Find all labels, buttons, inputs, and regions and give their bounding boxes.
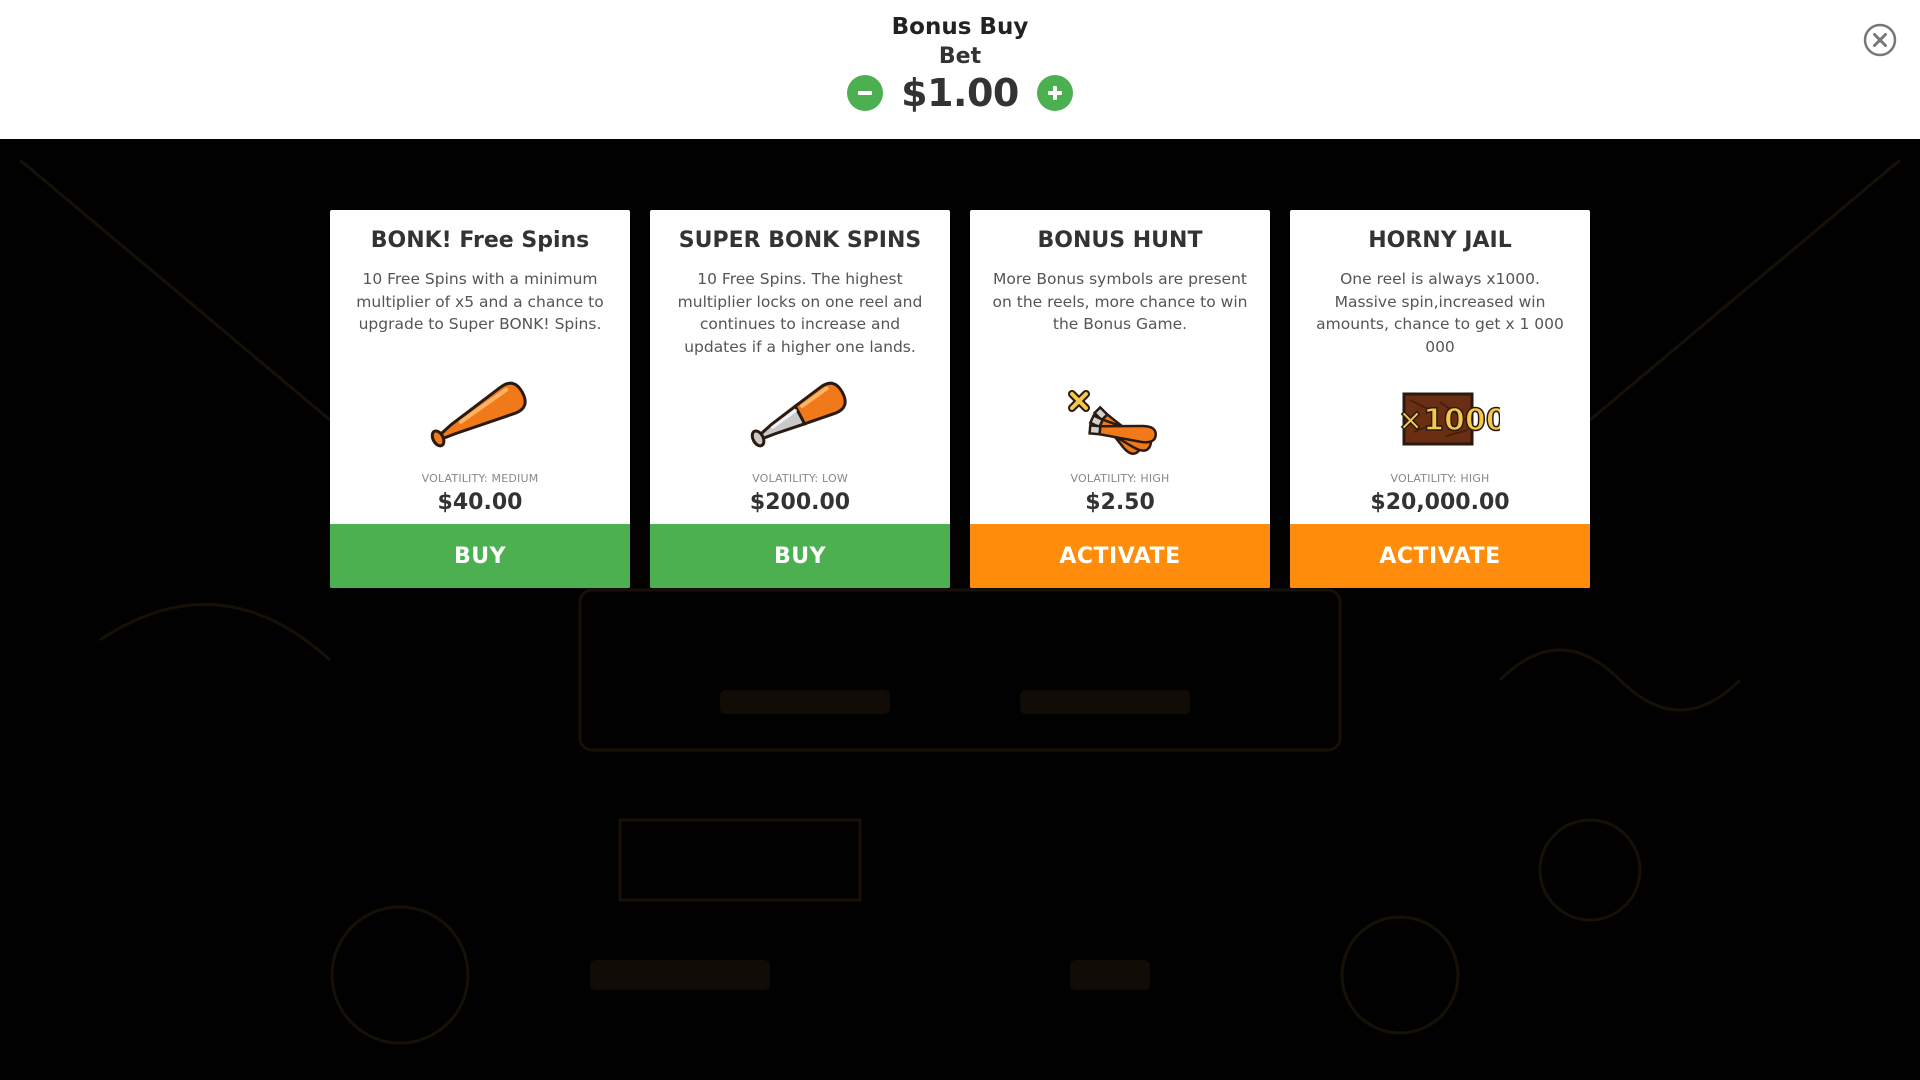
card-price: $200.00 [749,490,851,515]
card-title: BONUS HUNT [1037,228,1203,253]
buy-button[interactable]: BUY [650,524,950,588]
card-description: 10 Free Spins. The highest multiplier lo… [677,270,923,356]
close-icon [1863,23,1897,57]
close-button[interactable] [1862,22,1898,58]
bonus-card-bonus-hunt: BONUS HUNT More Bonus symbols are presen… [970,210,1270,588]
card-price: $20,000.00 [1370,490,1510,515]
card-description: One reel is always x1000. Massive spin,i… [1316,270,1564,356]
card-title: BONK! Free Spins [370,228,590,253]
bonus-card-bonk-free-spins: BONK! Free Spins 10 Free Spins with a mi… [330,210,630,588]
increase-bet-button[interactable] [1036,75,1073,111]
volatility-label: VOLATILITY: LOW [752,472,848,485]
bonus-options: BONK! Free Spins 10 Free Spins with a mi… [330,210,1590,588]
card-title: HORNY JAIL [1368,228,1512,253]
volatility-label: VOLATILITY: MEDIUM [421,472,539,485]
bonus-card-super-bonk-spins: SUPER BONK SPINS 10 Free Spins. The high… [650,210,950,588]
bet-amount: $1.00 [901,71,1019,115]
card-description: More Bonus symbols are present on the re… [992,270,1248,333]
bet-control: $1.00 [0,70,1920,116]
x1000-multiplier-icon: ×1000 [1380,370,1500,460]
buy-button[interactable]: BUY [330,524,630,588]
card-description: 10 Free Spins with a minimum multiplier … [356,270,604,333]
plus-icon [1047,86,1062,100]
x1000-text: ×1000 [1398,403,1500,438]
activate-button[interactable]: ACTIVATE [1290,524,1590,588]
volatility-label: VOLATILITY: HIGH [1070,472,1170,485]
minus-icon [858,91,873,95]
volatility-label: VOLATILITY: HIGH [1390,472,1490,485]
silver-orange-bat-icon [740,370,860,460]
card-price: $2.50 [1085,490,1155,515]
bonus-card-horny-jail: HORNY JAIL One reel is always x1000. Mas… [1290,210,1590,588]
card-price: $40.00 [437,490,523,515]
orange-bat-icon [420,370,540,460]
bet-label: Bet [938,44,982,69]
card-title: SUPER BONK SPINS [678,228,922,253]
bonus-buy-header: Bonus Buy Bet $1.00 [0,0,1920,139]
page-title: Bonus Buy [891,14,1029,40]
multiple-bats-icon [1060,370,1180,460]
decrease-bet-button[interactable] [847,75,884,111]
activate-button[interactable]: ACTIVATE [970,524,1270,588]
